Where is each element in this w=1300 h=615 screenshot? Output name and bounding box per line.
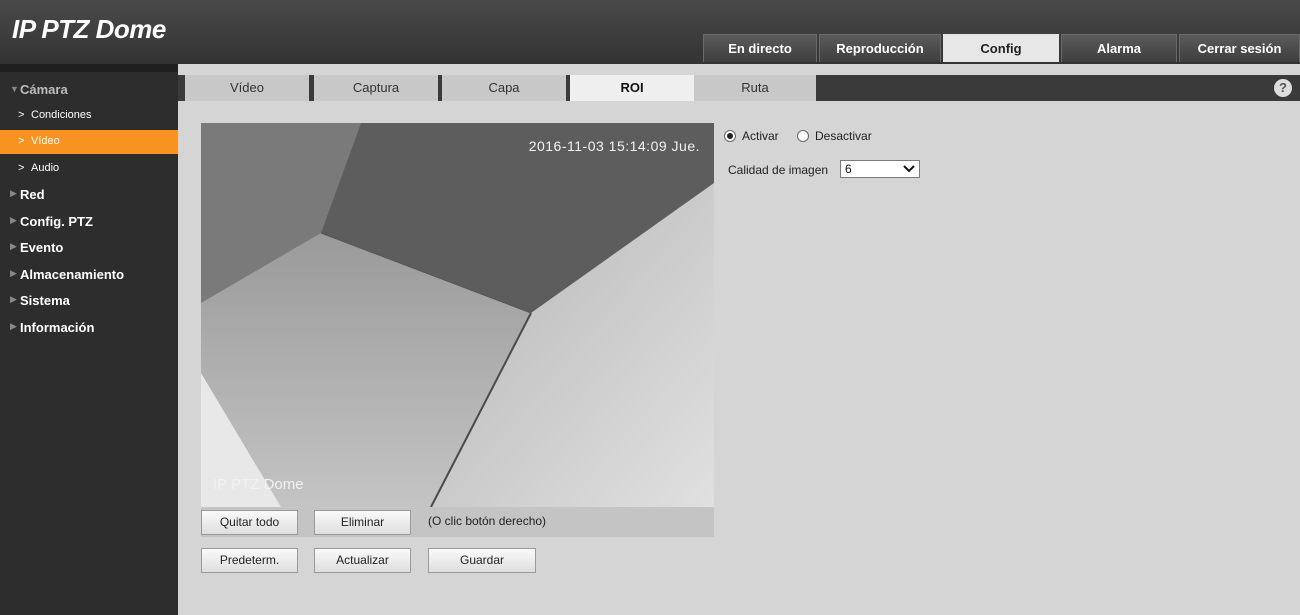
chevron-right-icon: > [18, 135, 25, 147]
sidebar-subitem-label: Audio [31, 162, 60, 174]
tab-alarm[interactable]: Alarma [1061, 34, 1177, 62]
save-button[interactable]: Guardar [428, 548, 536, 573]
delete-button[interactable]: Eliminar [314, 510, 411, 535]
disable-label: Desactivar [815, 129, 872, 143]
tab-config[interactable]: Config [943, 34, 1059, 62]
tab-overlay[interactable]: Capa [442, 75, 566, 101]
chevron-right-icon: > [18, 109, 25, 121]
tab-snapshot[interactable]: Captura [314, 75, 438, 101]
image-quality-value: 6 [845, 162, 852, 176]
sidebar-item-system[interactable]: ▶ Sistema [0, 290, 178, 312]
sidebar: ▼ Cámara > Condiciones > Vídeo > Audio ▶… [0, 64, 178, 615]
tab-roi[interactable]: ROI [570, 75, 694, 101]
sidebar-item-label: Sistema [20, 293, 70, 308]
enable-label: Activar [742, 129, 779, 143]
default-button[interactable]: Predeterm. [201, 548, 298, 573]
triangle-right-icon: ▶ [10, 188, 17, 198]
sidebar-subitem-conditions[interactable]: > Condiciones [0, 104, 178, 128]
image-quality-select[interactable]: 6 [840, 160, 920, 178]
sidebar-item-label: Red [20, 187, 45, 202]
enable-radio[interactable] [724, 130, 736, 142]
sidebar-item-event[interactable]: ▶ Evento [0, 237, 178, 259]
camera-frame-image [201, 123, 714, 507]
sidebar-item-label: Config. PTZ [20, 214, 93, 229]
triangle-down-icon: ▼ [10, 84, 19, 94]
disable-radio[interactable] [797, 130, 809, 142]
sidebar-item-camera[interactable]: ▼ Cámara [0, 80, 178, 100]
triangle-right-icon: ▶ [10, 215, 17, 225]
clear-all-button[interactable]: Quitar todo [201, 510, 298, 535]
triangle-right-icon: ▶ [10, 268, 17, 278]
sidebar-item-ptz[interactable]: ▶ Config. PTZ [0, 211, 178, 233]
channel-title-overlay: IP PTZ Dome [213, 476, 304, 493]
tab-live[interactable]: En directo [703, 34, 817, 62]
tab-path[interactable]: Ruta [694, 75, 816, 101]
help-icon[interactable]: ? [1274, 79, 1292, 97]
sidebar-subitem-video[interactable]: > Vídeo [0, 130, 178, 154]
triangle-right-icon: ▶ [10, 321, 17, 331]
refresh-button[interactable]: Actualizar [314, 548, 411, 573]
sidebar-item-label: Información [20, 320, 95, 335]
sidebar-divider [0, 64, 178, 72]
chevron-right-icon: > [18, 162, 25, 174]
top-header: IP PTZ Dome En directo Reproducción Conf… [0, 0, 1300, 64]
sidebar-item-storage[interactable]: ▶ Almacenamiento [0, 264, 178, 286]
triangle-right-icon: ▶ [10, 294, 17, 304]
chevron-down-icon [903, 165, 915, 173]
triangle-right-icon: ▶ [10, 241, 17, 251]
tab-video[interactable]: Vídeo [185, 75, 309, 101]
sidebar-item-network[interactable]: ▶ Red [0, 184, 178, 206]
tab-logout[interactable]: Cerrar sesión [1179, 34, 1300, 62]
tab-playback[interactable]: Reproducción [819, 34, 941, 62]
sidebar-subitem-audio[interactable]: > Audio [0, 157, 178, 181]
sidebar-item-label: Cámara [20, 82, 68, 97]
sidebar-item-label: Evento [20, 240, 64, 255]
brand-logo: IP PTZ Dome [12, 14, 166, 44]
timestamp-overlay: 2016-11-03 15:14:09 Jue. [528, 138, 700, 154]
video-preview[interactable]: 2016-11-03 15:14:09 Jue. IP PTZ Dome [201, 123, 714, 507]
right-click-hint: (O clic botón derecho) [428, 514, 547, 528]
sidebar-item-label: Almacenamiento [20, 267, 125, 282]
image-quality-label: Calidad de imagen [728, 163, 829, 177]
sidebar-subitem-label: Vídeo [31, 135, 60, 147]
config-subnav: Vídeo Captura Capa ROI Ruta ? [178, 75, 1300, 101]
sidebar-subitem-label: Condiciones [31, 109, 92, 121]
sidebar-item-info[interactable]: ▶ Información [0, 317, 178, 339]
